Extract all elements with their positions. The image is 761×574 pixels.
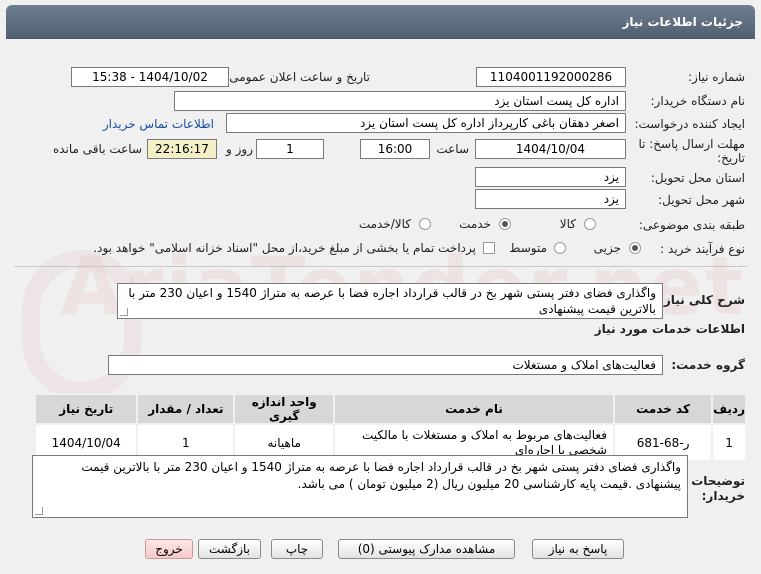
- service-group-label: گروه خدمت:: [671, 358, 745, 372]
- category-label: طبقه بندی موضوعی:: [638, 218, 745, 232]
- remaining-time-field: 22:16:17: [147, 139, 217, 159]
- service-group-field: فعالیت‌های املاک و مستغلات: [108, 355, 663, 375]
- category-option-service: خدمت: [459, 217, 491, 231]
- process-radio-minor[interactable]: [629, 242, 641, 254]
- process-option-medium: متوسط: [509, 241, 547, 255]
- province-label: استان محل تحویل:: [650, 171, 745, 185]
- back-button[interactable]: بازگشت: [198, 539, 261, 559]
- buyer-org-field: اداره کل پست استان یزد: [174, 91, 626, 111]
- deadline-time-field: 16:00: [360, 139, 430, 159]
- category-radio-service[interactable]: [499, 218, 511, 230]
- remaining-time-label: ساعت باقی مانده: [52, 142, 142, 156]
- col-index: ردیف: [711, 393, 747, 425]
- days-label: روز و: [226, 142, 253, 156]
- row-index: 1: [711, 423, 747, 462]
- announce-datetime-field: 1404/10/02 - 15:38: [71, 67, 229, 87]
- col-name: نام خدمت: [333, 393, 615, 425]
- col-date: تاریخ نیاز: [33, 393, 139, 425]
- requester-field: اصغر دهقان باغی کارپرداز اداره کل پست اس…: [226, 113, 626, 133]
- page-title: جزئیات اطلاعات نیاز: [622, 15, 743, 29]
- services-table: ردیف کد خدمت نام خدمت واحد اندازه گیری ت…: [33, 393, 747, 462]
- divider: [14, 266, 747, 267]
- summary-field: واگذاری فضای دفتر پستی شهر بخ در قالب قر…: [117, 283, 663, 319]
- resize-handle[interactable]: [120, 308, 128, 316]
- buyer-notes-text: واگذاری فضای دفتر پستی شهر بخ در قالب قر…: [81, 460, 681, 491]
- need-number-field: 1104001192000286: [476, 67, 626, 87]
- table-header-row: ردیف کد خدمت نام خدمت واحد اندازه گیری ت…: [33, 393, 747, 425]
- buyer-notes-label: توضیحات: [691, 474, 745, 488]
- process-label: نوع فرآیند خرید :: [660, 242, 745, 256]
- category-radio-goods-service[interactable]: [419, 218, 431, 230]
- page-header: جزئیات اطلاعات نیاز: [6, 5, 755, 39]
- requester-label: ایجاد کننده درخواست:: [634, 117, 745, 131]
- reply-button[interactable]: پاسخ به نیاز: [532, 539, 624, 559]
- summary-label: شرح کلی نیاز:: [659, 293, 745, 307]
- buyer-notes-label-2: خریدار:: [701, 489, 745, 503]
- category-option-goods: کالا: [559, 217, 576, 231]
- days-field: 1: [256, 139, 324, 159]
- process-option-minor: جزیی: [593, 241, 621, 255]
- print-button[interactable]: چاپ: [271, 539, 323, 559]
- payment-note: پرداخت تمام یا بخشی از مبلغ خرید،از محل …: [93, 241, 476, 255]
- city-label: شهر محل تحویل:: [658, 193, 745, 207]
- col-qty: تعداد / مقدار: [136, 393, 236, 425]
- summary-text: واگذاری فضای دفتر پستی شهر بخ در قالب قر…: [128, 286, 656, 316]
- col-unit: واحد اندازه گیری: [233, 393, 336, 425]
- buyer-org-label: نام دستگاه خریدار:: [650, 94, 746, 108]
- category-radio-goods[interactable]: [584, 218, 596, 230]
- category-option-goods-service: کالا/خدمت: [358, 217, 411, 231]
- notes-resize-handle[interactable]: [35, 507, 43, 515]
- process-radio-medium[interactable]: [554, 242, 566, 254]
- page: AriaTender.net جزئیات اطلاعات نیاز شماره…: [0, 0, 761, 574]
- exit-button[interactable]: خروج: [145, 539, 193, 559]
- view-attachments-button[interactable]: مشاهده مدارک پیوستی (0): [338, 539, 515, 559]
- buyer-contact-link[interactable]: اطلاعات تماس خریدار: [103, 117, 214, 131]
- deadline-date-field: 1404/10/04: [475, 139, 626, 159]
- city-field: یزد: [475, 189, 626, 209]
- deadline-label-date: تاریخ:: [717, 151, 745, 165]
- payment-checkbox[interactable]: [483, 242, 495, 254]
- col-code: کد خدمت: [612, 393, 714, 425]
- deadline-label: مهلت ارسال پاسخ: تا: [638, 137, 745, 151]
- services-section-title: اطلاعات خدمات مورد نیاز: [594, 322, 745, 336]
- need-number-label: شماره نیاز:: [688, 70, 745, 84]
- deadline-time-label: ساعت: [436, 142, 469, 156]
- province-field: یزد: [475, 167, 626, 187]
- announce-datetime-label: تاریخ و ساعت اعلان عمومی:: [225, 70, 370, 84]
- buyer-notes-field: واگذاری فضای دفتر پستی شهر بخ در قالب قر…: [32, 455, 688, 518]
